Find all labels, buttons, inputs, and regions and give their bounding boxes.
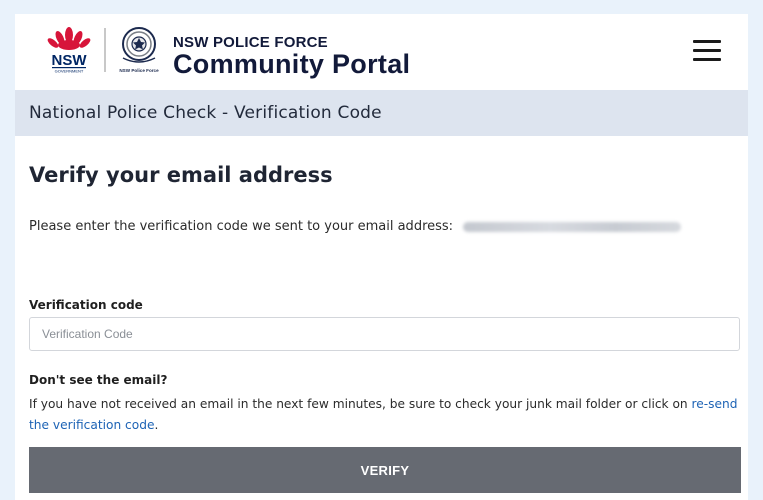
- help-title: Don't see the email?: [29, 373, 168, 387]
- logo-divider: [104, 28, 106, 72]
- nsw-police-badge-logo[interactable]: NSW Police Force: [114, 24, 164, 76]
- site-header: NSW GOVERNMENT NSW Police Force NSW POLI…: [15, 14, 748, 90]
- instruction-label: Please enter the verification code we se…: [29, 219, 454, 234]
- instruction-text: Please enter the verification code we se…: [29, 219, 739, 234]
- help-text-body: If you have not received an email in the…: [29, 397, 692, 411]
- verify-button[interactable]: VERIFY: [29, 447, 741, 493]
- portal-card: NSW GOVERNMENT NSW Police Force NSW POLI…: [15, 14, 748, 500]
- page-subheader: National Police Check - Verification Cod…: [15, 90, 748, 136]
- page-title: Verify your email address: [29, 163, 333, 187]
- verification-code-input[interactable]: [29, 317, 740, 351]
- verification-code-label: Verification code: [29, 298, 143, 312]
- subheader-title: National Police Check - Verification Cod…: [29, 103, 382, 123]
- svg-text:GOVERNMENT: GOVERNMENT: [55, 69, 84, 74]
- svg-text:NSW: NSW: [52, 52, 88, 69]
- svg-text:NSW Police Force: NSW Police Force: [119, 68, 159, 73]
- help-text-period: .: [154, 418, 159, 432]
- nsw-government-logo[interactable]: NSW GOVERNMENT: [44, 26, 94, 74]
- redacted-email: [463, 221, 682, 232]
- brand-portal-title[interactable]: Community Portal: [173, 49, 410, 80]
- help-text: If you have not received an email in the…: [29, 394, 744, 436]
- hamburger-menu-icon[interactable]: [693, 40, 721, 62]
